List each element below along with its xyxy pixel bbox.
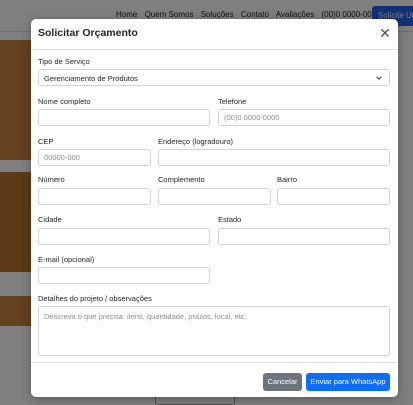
email-label: E-mail (opcional)	[38, 255, 95, 264]
complement-input[interactable]	[158, 188, 271, 205]
email-input[interactable]	[38, 267, 210, 284]
number-label: Número	[38, 175, 65, 184]
send-whatsapp-button[interactable]: Enviar para WhatsApp	[306, 373, 390, 391]
neighborhood-label: Bairro	[277, 175, 298, 184]
quote-modal: Solicitar Orçamento ✕ Tipo de Serviço Ge…	[31, 19, 398, 397]
state-label: Estado	[218, 215, 242, 224]
full-name-label: Nome completo	[38, 97, 91, 106]
cancel-button[interactable]: Cancelar	[263, 373, 302, 391]
address-label: Endereço (logradouro)	[158, 137, 234, 146]
modal-title: Solicitar Orçamento	[38, 27, 138, 39]
full-name-input[interactable]	[38, 109, 210, 126]
complement-label: Complemento	[158, 175, 205, 184]
close-icon[interactable]: ✕	[378, 26, 392, 40]
service-type-select[interactable]: Gerenciamento de Produtos	[38, 69, 390, 86]
city-label: Cidade	[38, 215, 62, 224]
phone-input[interactable]	[218, 109, 390, 126]
modal-header: Solicitar Orçamento ✕	[31, 19, 398, 50]
details-textarea[interactable]	[38, 306, 390, 356]
modal-footer: Cancelar Enviar para WhatsApp	[31, 362, 398, 397]
details-label: Detalhes do projeto / observações	[38, 294, 152, 303]
cep-label: CEP	[38, 137, 54, 146]
state-input[interactable]	[218, 228, 390, 245]
city-input[interactable]	[38, 228, 210, 245]
service-type-label: Tipo de Serviço	[38, 57, 90, 66]
address-input[interactable]	[158, 149, 390, 166]
cep-input[interactable]	[38, 149, 151, 166]
neighborhood-input[interactable]	[277, 188, 390, 205]
number-input[interactable]	[38, 188, 151, 205]
service-type-value: Gerenciamento de Produtos	[44, 74, 138, 83]
phone-label: Telefone	[218, 97, 247, 106]
chevron-down-icon	[376, 76, 382, 80]
